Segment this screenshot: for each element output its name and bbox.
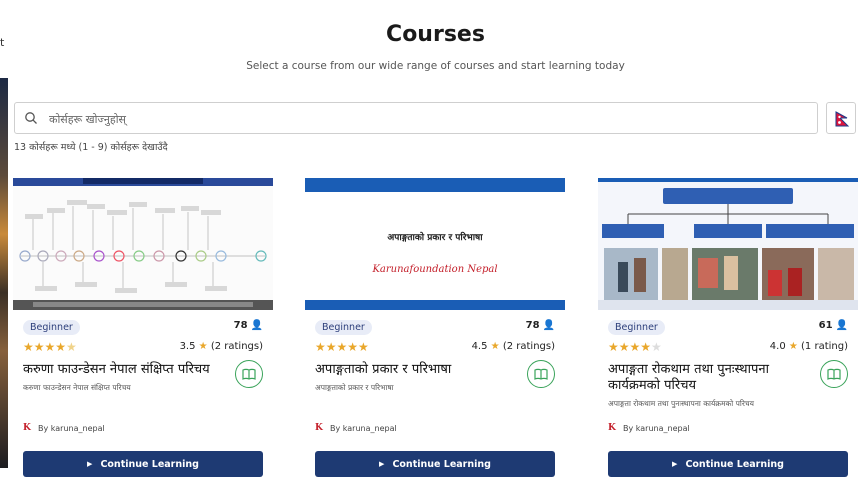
students-icon: 👤 bbox=[250, 320, 263, 331]
background-page-strip: t bbox=[0, 0, 12, 486]
course-author: K By karuna_nepal bbox=[608, 423, 690, 433]
student-count: 78 👤 bbox=[233, 320, 263, 331]
search-input[interactable] bbox=[47, 109, 751, 129]
star-rating: ★★★★★ bbox=[315, 340, 369, 354]
course-description: करुणा फाउन्डेसन नेपाल संक्षिप्त परिचय bbox=[23, 383, 131, 392]
book-icon bbox=[534, 368, 548, 380]
course-author: K By karuna_nepal bbox=[23, 423, 105, 433]
continue-learning-button[interactable]: ▶ Continue Learning bbox=[23, 451, 263, 477]
level-badge: Beginner bbox=[23, 320, 80, 335]
karuna-logo-icon: K bbox=[315, 423, 323, 433]
course-title[interactable]: अपाङ्गताको प्रकार र परिभाषा bbox=[315, 362, 515, 378]
book-button[interactable] bbox=[527, 360, 555, 388]
students-icon: 👤 bbox=[542, 320, 555, 331]
result-count: 13 कोर्सहरू मध्ये (1 - 9) कोर्सहरू देखाउ… bbox=[14, 142, 168, 153]
play-icon: ▶ bbox=[672, 460, 678, 468]
course-card[interactable]: Beginner 61 👤 ★★★★★ 4.0 ★ (1 rating) अपाङ… bbox=[598, 178, 858, 478]
course-description: अपाङ्गता रोकथाम तथा पुनःस्थापना कार्यक्र… bbox=[608, 399, 755, 408]
course-card[interactable]: Beginner 78 👤 ★★★★★ 3.5 ★ (2 ratings) करु… bbox=[13, 178, 273, 478]
star-icon: ★ bbox=[198, 341, 208, 352]
rating-summary: 4.0 ★ (1 rating) bbox=[769, 341, 848, 352]
course-title[interactable]: अपाङ्गता रोकथाम तथा पुनःस्थापना कार्यक्र… bbox=[608, 362, 798, 394]
course-banner-image bbox=[598, 178, 858, 310]
course-banner-image bbox=[13, 178, 273, 310]
course-author: K By karuna_nepal bbox=[315, 423, 397, 433]
page-subtitle: Select a course from our wide range of c… bbox=[246, 60, 625, 72]
search-icon bbox=[25, 112, 37, 124]
course-card[interactable]: अपाङ्गताको प्रकार र परिभाषा Karunafounda… bbox=[305, 178, 565, 478]
banner-logo-text: Karunafoundation Nepal bbox=[372, 264, 498, 275]
play-icon: ▶ bbox=[379, 460, 385, 468]
book-button[interactable] bbox=[235, 360, 263, 388]
book-icon bbox=[827, 368, 841, 380]
page-title: Courses bbox=[386, 22, 485, 47]
star-rating: ★★★★★ bbox=[23, 340, 77, 354]
banner-heading: अपाङ्गताको प्रकार र परिभाषा bbox=[387, 233, 483, 243]
course-title[interactable]: करुणा फाउन्डेसन नेपाल संक्षिप्त परिचय bbox=[23, 362, 223, 378]
book-button[interactable] bbox=[820, 360, 848, 388]
rating-summary: 3.5 ★ (2 ratings) bbox=[179, 341, 263, 352]
play-icon: ▶ bbox=[87, 460, 93, 468]
students-icon: 👤 bbox=[835, 320, 848, 331]
background-image bbox=[0, 78, 8, 468]
student-count: 78 👤 bbox=[525, 320, 555, 331]
nepal-flag-icon bbox=[835, 111, 850, 127]
search-bar[interactable] bbox=[14, 102, 818, 134]
star-icon: ★ bbox=[490, 341, 500, 352]
book-icon bbox=[242, 368, 256, 380]
karuna-logo-icon: K bbox=[608, 423, 616, 433]
language-toggle-button[interactable] bbox=[826, 102, 856, 134]
course-banner-image: अपाङ्गताको प्रकार र परिभाषा Karunafounda… bbox=[305, 178, 565, 310]
student-count: 61 👤 bbox=[818, 320, 848, 331]
level-badge: Beginner bbox=[608, 320, 665, 335]
continue-learning-button[interactable]: ▶ Continue Learning bbox=[608, 451, 848, 477]
course-description: अपाङ्गताको प्रकार र परिभाषा bbox=[315, 383, 394, 392]
rating-summary: 4.5 ★ (2 ratings) bbox=[471, 341, 555, 352]
level-badge: Beginner bbox=[315, 320, 372, 335]
karuna-logo-icon: K bbox=[23, 423, 31, 433]
star-rating: ★★★★★ bbox=[608, 340, 662, 354]
star-icon: ★ bbox=[788, 341, 798, 352]
continue-learning-button[interactable]: ▶ Continue Learning bbox=[315, 451, 555, 477]
